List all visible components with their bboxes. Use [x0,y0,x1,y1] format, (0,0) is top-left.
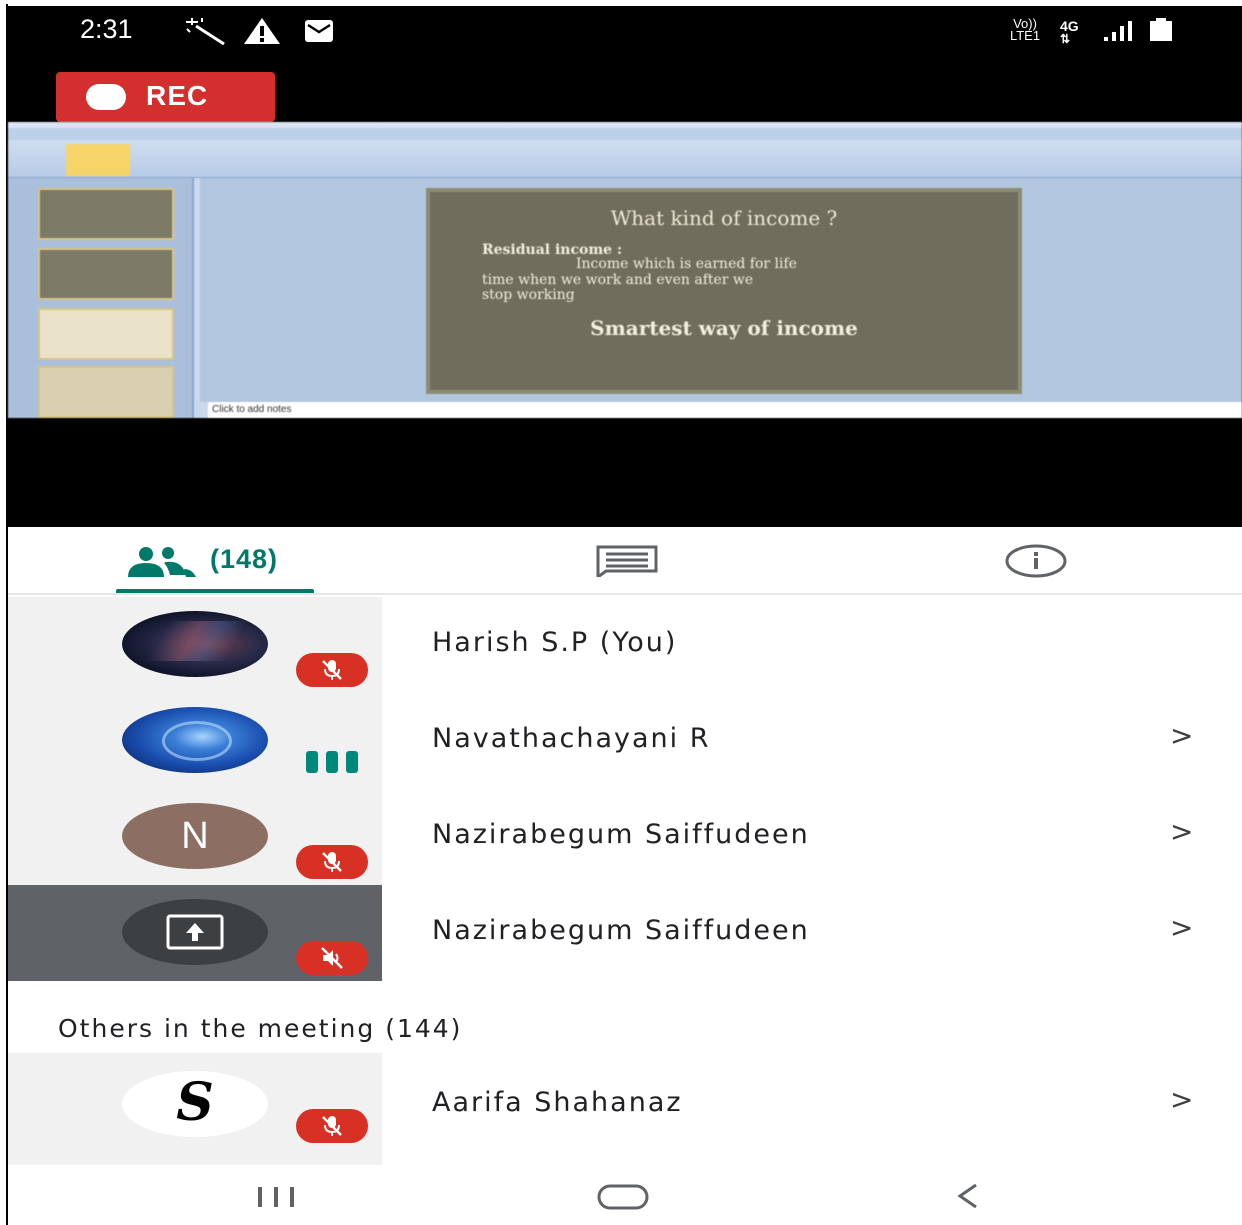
avatar-letter: S [176,1072,214,1133]
info-icon [1005,544,1067,578]
slide-thumbnail [38,366,174,418]
home-icon[interactable] [596,1183,650,1211]
avatar-letter: N [181,815,209,857]
participant-name: Navathachayani R [432,723,711,754]
battery-icon [1150,18,1172,41]
warning-icon [244,18,280,44]
participant-row[interactable]: Nazirabegum Saiffudeen > [8,885,1242,981]
speaker-off-icon [321,947,343,969]
back-icon[interactable] [952,1181,982,1211]
participant-row[interactable]: S Aarifa Shahanaz > [8,1053,1242,1165]
chevron-right-icon[interactable]: > [1170,1083,1193,1116]
mic-off-badge [296,845,368,879]
people-count: (148) [210,544,279,574]
tab-bar: (148) [8,527,1242,595]
audio-off-badge [296,941,368,975]
participant-row[interactable]: Navathachayani R > [8,693,1242,789]
network-label: Vo)) LTE1 [1009,16,1041,43]
recording-badge: REC [56,72,275,122]
ppt-notes: Click to add notes [208,402,1242,418]
chevron-right-icon[interactable]: > [1170,911,1193,944]
slide-line: stop working [482,287,575,303]
avatar [122,899,268,965]
data-indicator: 4G ⇅ [1060,18,1079,46]
tab-people[interactable]: (148) [118,527,318,593]
participant-name: Nazirabegum Saiffudeen [432,915,810,946]
tab-chat[interactable] [592,527,662,593]
screen-share-icon [166,914,224,950]
participant-list: Harish S.P (You) Navathachayani R > N Na… [8,597,1242,1165]
slide-thumbnail [38,248,174,300]
status-time: 2:31 [80,14,133,44]
mail-icon [305,20,333,42]
signal-icon [1104,21,1132,41]
recent-apps-icon[interactable] [254,1185,298,1209]
mic-off-icon [322,660,342,680]
slide-thumbnail [38,188,174,240]
mic-off-badge [296,653,368,687]
record-dot-icon [86,84,126,110]
slide-emphasis: Smartest way of income [590,316,858,340]
mic-off-icon [322,852,342,872]
avatar [122,707,268,773]
slide-line: time when we work and even after we [482,272,754,288]
participant-row[interactable]: Harish S.P (You) [8,597,1242,693]
mic-off-icon [322,1116,342,1136]
slide: What kind of income ? Residual income : … [426,188,1022,394]
others-section-title: Others in the meeting (144) [58,1014,463,1043]
avatar [122,611,268,677]
status-bar: 2:31 Vo)) LTE1 4G ⇅ [8,6,1242,54]
mic-off-badge [296,1109,368,1143]
slide-thumbnail [38,308,174,360]
avatar: N [122,803,268,869]
people-icon [128,547,196,577]
volte-indicator: Vo)) LTE1 [1002,16,1048,43]
recording-label: REC [146,80,209,111]
participant-name: Harish S.P (You) [432,627,678,658]
chevron-right-icon[interactable]: > [1170,815,1193,848]
chevron-right-icon[interactable]: > [1170,719,1193,752]
slide-title: What kind of income ? [610,206,838,230]
participant-name: Aarifa Shahanaz [432,1087,683,1118]
active-tab-indicator [116,589,314,593]
tab-info[interactable] [1004,527,1074,593]
presentation-video[interactable]: 2:31 Vo)) LTE1 4G ⇅ REC What kind of inc… [8,6,1242,527]
avatar: S [122,1071,268,1137]
participant-name: Nazirabegum Saiffudeen [432,819,810,850]
slide-line: Income which is earned for life [576,256,797,272]
ppt-ribbon [8,122,1242,178]
shared-screen: What kind of income ? Residual income : … [8,122,1242,418]
participant-row[interactable]: N Nazirabegum Saiffudeen > [8,789,1242,885]
sparkle-icon [186,18,225,46]
speaking-indicator-icon [306,751,358,773]
ppt-slides-pane [8,178,194,418]
system-nav-bar [8,1165,1242,1225]
chat-icon [596,545,658,577]
